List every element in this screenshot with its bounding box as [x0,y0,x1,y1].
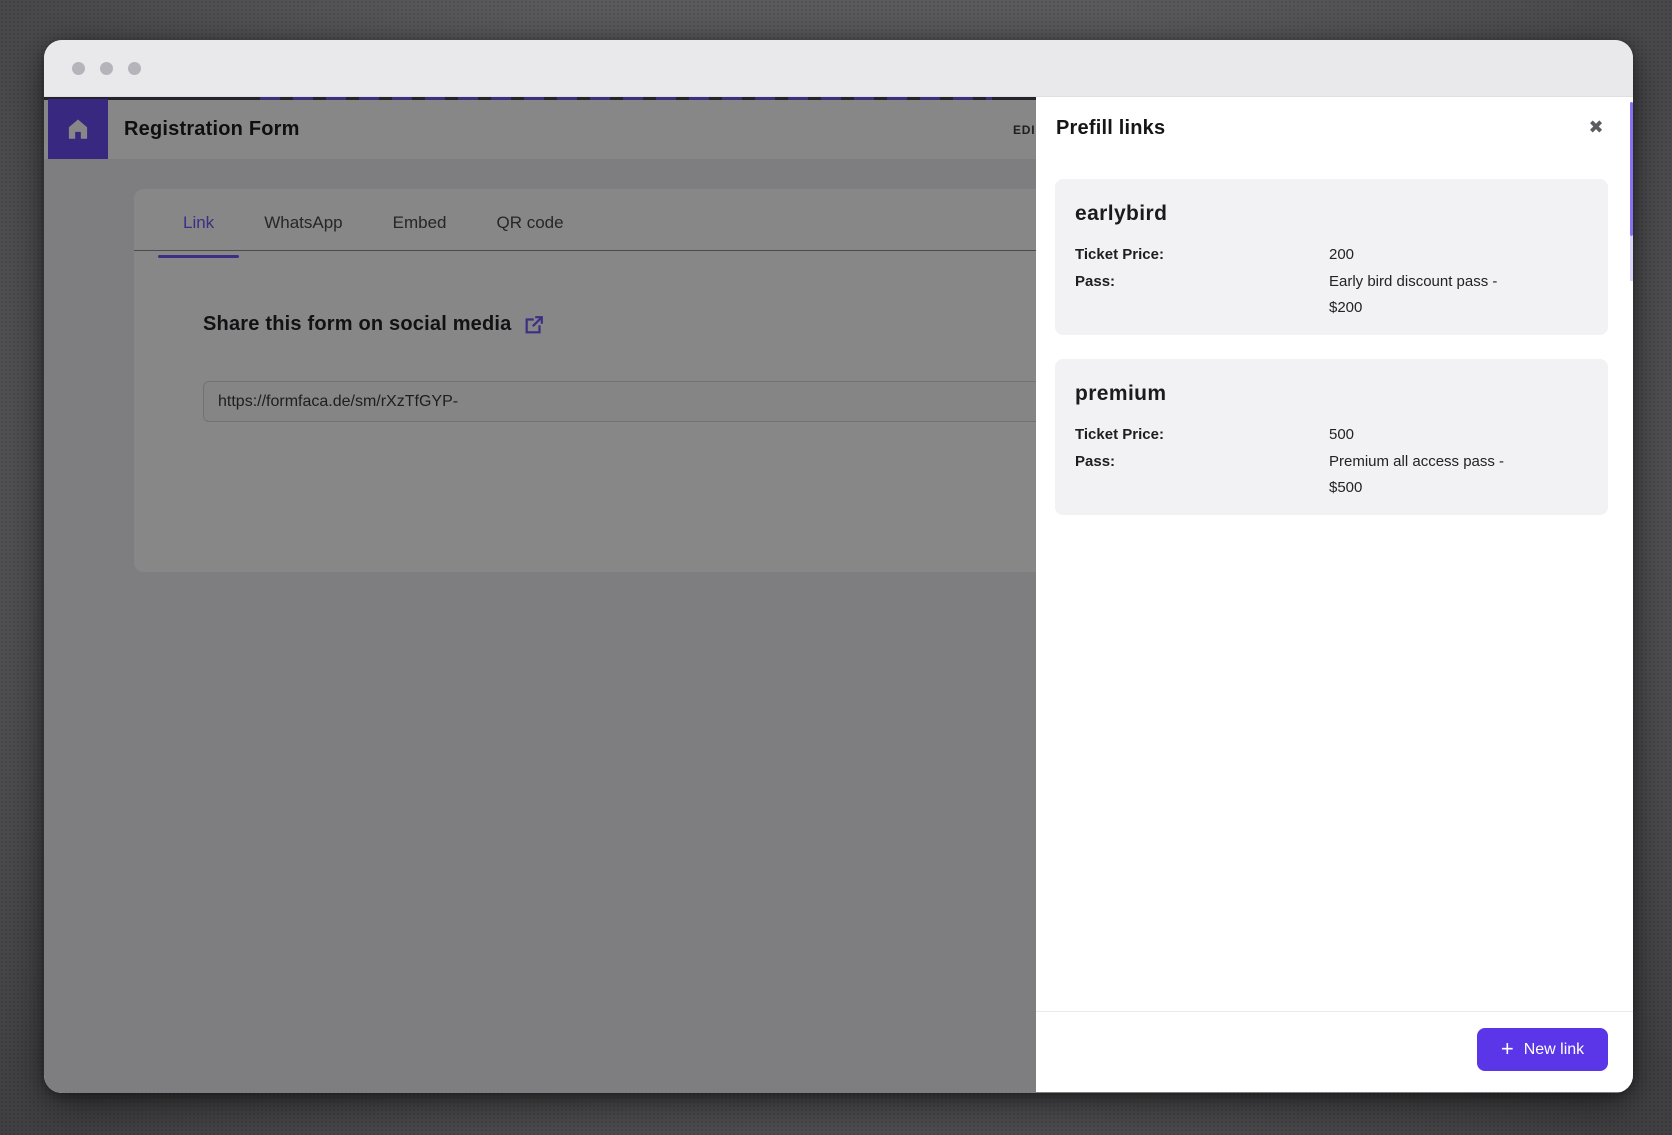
detail-value: Premium all access pass - $500 [1329,449,1504,501]
prefill-links-drawer: Prefill links ✖ earlybird Ticket Price: … [1036,97,1633,1092]
detail-value: Early bird discount pass - $200 [1329,269,1497,321]
new-link-button[interactable]: + New link [1477,1028,1608,1071]
drawer-scrollbar-track [1630,236,1633,281]
new-link-button-label: New link [1524,1041,1584,1059]
detail-label: Ticket Price: [1075,422,1329,448]
prefill-link-details: Ticket Price: 200 Pass: Early bird disco… [1075,242,1588,321]
detail-label: Pass: [1075,269,1329,321]
prefill-link-name: premium [1075,381,1588,407]
footer-divider [1036,1011,1633,1012]
prefill-link-details: Ticket Price: 500 Pass: Premium all acce… [1075,422,1588,501]
detail-row: Pass: Early bird discount pass - $200 [1075,269,1588,321]
detail-value: 500 [1329,422,1354,448]
drawer-title: Prefill links [1056,117,1165,140]
detail-label: Pass: [1075,449,1329,501]
window-control-dot[interactable] [128,62,141,75]
window-control-dot[interactable] [72,62,85,75]
plus-icon: + [1501,1038,1514,1060]
close-icon[interactable]: ✖ [1584,115,1608,139]
detail-label: Ticket Price: [1075,242,1329,268]
app-page: Registration Form EDI Link WhatsApp Embe… [44,97,1633,1093]
window-control-dot[interactable] [100,62,113,75]
prefill-link-item[interactable]: earlybird Ticket Price: 200 Pass: Early … [1055,179,1608,335]
detail-row: Ticket Price: 500 [1075,422,1588,448]
detail-row: Pass: Premium all access pass - $500 [1075,449,1588,501]
detail-row: Ticket Price: 200 [1075,242,1588,268]
detail-value: 200 [1329,242,1354,268]
prefill-link-item[interactable]: premium Ticket Price: 500 Pass: Premium … [1055,359,1608,515]
prefill-link-name: earlybird [1075,201,1588,227]
window-titlebar [44,40,1633,97]
browser-window: Registration Form EDI Link WhatsApp Embe… [44,40,1633,1093]
drawer-scrollbar-thumb[interactable] [1630,102,1633,236]
